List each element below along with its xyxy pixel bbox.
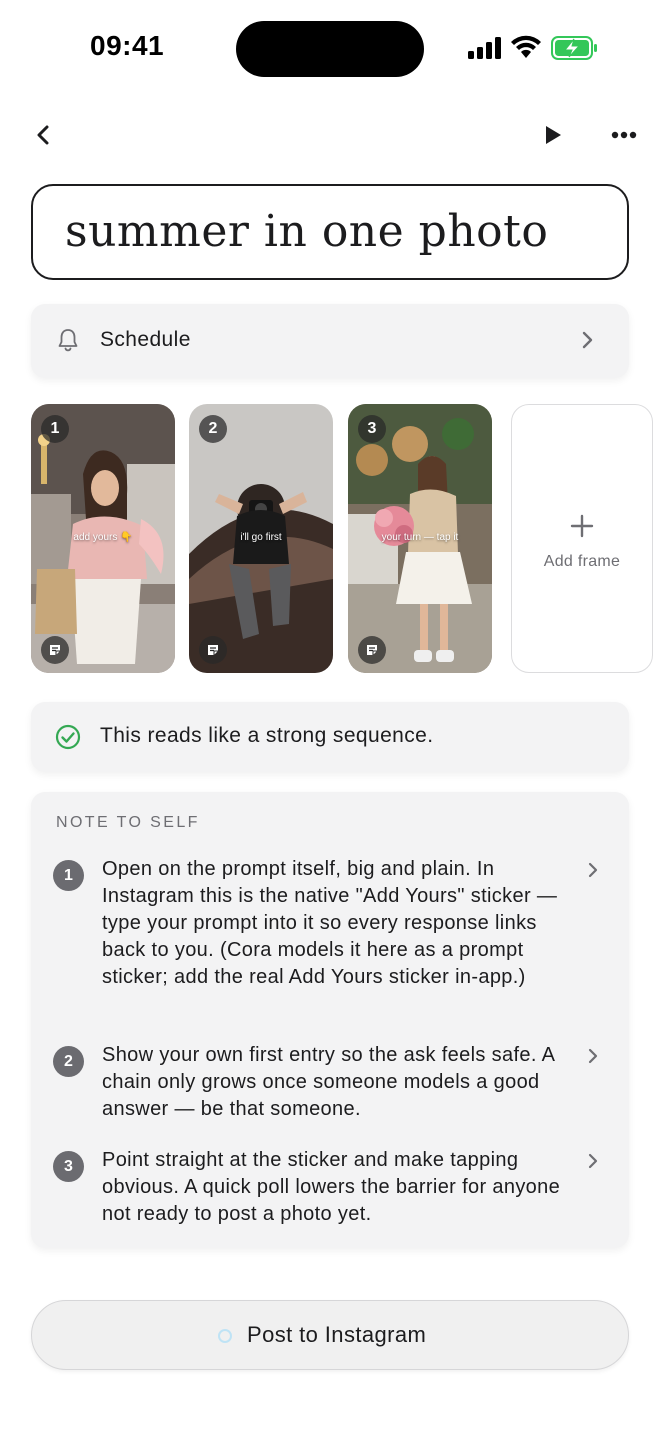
story-frame-2[interactable]: 2 i'll go first — [189, 404, 333, 673]
frame-1-sticker-badge — [41, 636, 69, 664]
prompt-title: summer in one photo — [65, 206, 549, 257]
wifi-icon — [511, 35, 541, 58]
status-time: 09:41 — [90, 30, 165, 61]
back-button[interactable] — [28, 120, 58, 150]
dynamic-island — [236, 21, 424, 77]
post-to-instagram-button[interactable]: Post to Instagram — [31, 1300, 629, 1370]
frame-3-number: 3 — [358, 415, 386, 443]
chevron-left-icon — [37, 125, 49, 145]
frame-2-caption: i'll go first — [240, 532, 282, 543]
chevron-right-icon — [588, 862, 598, 878]
play-icon — [546, 126, 561, 144]
add-frame-button[interactable]: Add frame — [511, 404, 653, 673]
sequence-feedback: This reads like a strong sequence. — [31, 702, 629, 772]
frame-2-sticker-badge — [199, 636, 227, 664]
frame-2-number: 2 — [199, 415, 227, 443]
chevron-right-icon — [588, 1153, 598, 1169]
play-preview-button[interactable] — [538, 120, 568, 150]
note-2-text: Show your own first entry so the ask fee… — [102, 1044, 555, 1120]
frame-1-caption: add yours 👇 — [73, 532, 133, 543]
battery-charging-icon — [551, 36, 597, 60]
story-frame-1[interactable]: 1 add yours 👇 — [31, 404, 175, 673]
story-frame-3[interactable]: 3 your turn — tap it — [348, 404, 492, 673]
sticker-icon — [367, 645, 377, 655]
note-1-text: Open on the prompt itself, big and plain… — [102, 858, 558, 988]
note-1-number: 1 — [53, 860, 84, 891]
bell-icon — [58, 329, 78, 352]
cellular-signal-icon — [468, 37, 501, 59]
frame-1-number: 1 — [41, 415, 69, 443]
note-2-number: 2 — [53, 1046, 84, 1077]
loading-spinner-icon — [218, 1329, 232, 1343]
frame-3-caption: your turn — tap it — [381, 532, 459, 543]
check-circle-icon — [55, 724, 81, 750]
sticker-icon — [208, 645, 218, 655]
sticker-icon — [50, 645, 60, 655]
status-bar: 09:41 — [0, 0, 660, 100]
add-frame-label: Add frame — [543, 553, 621, 570]
chevron-right-icon — [588, 1048, 598, 1064]
frame-3-sticker-badge — [358, 636, 386, 664]
notes-panel: NOTE TO SELF 1 Open on the prompt itself… — [31, 792, 629, 1248]
more-options-button[interactable] — [606, 120, 642, 150]
schedule-row[interactable]: Schedule — [31, 304, 629, 378]
schedule-label: Schedule — [100, 328, 191, 351]
note-3-text: Point straight at the sticker and make t… — [102, 1149, 561, 1225]
feedback-text: This reads like a strong sequence. — [100, 724, 434, 747]
post-button-label: Post to Instagram — [247, 1322, 427, 1347]
notes-heading: NOTE TO SELF — [56, 814, 200, 831]
ellipsis-icon — [611, 131, 637, 139]
prompt-title-field[interactable]: summer in one photo — [31, 184, 629, 280]
plus-icon — [570, 514, 594, 538]
note-3-number: 3 — [53, 1151, 84, 1182]
chevron-right-icon — [582, 331, 593, 349]
